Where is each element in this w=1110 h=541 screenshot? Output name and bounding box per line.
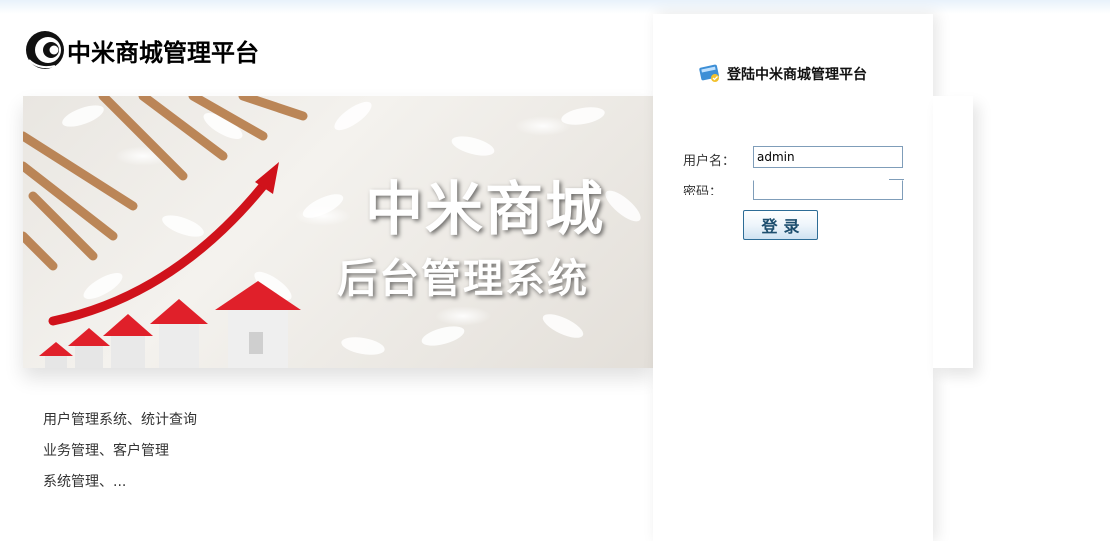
login-panel: [653, 14, 933, 541]
top-background-strip: [0, 0, 1110, 14]
feature-item: 用户管理系统、统计查询: [43, 412, 197, 428]
password-label: 密码：: [683, 185, 723, 195]
site-title: 中米商城管理平台: [67, 39, 259, 67]
feature-item: 业务管理、客户管理: [43, 443, 169, 459]
login-title: 登陆中米商城管理平台: [727, 67, 867, 83]
password-input[interactable]: [753, 180, 903, 200]
password-input-edge: [889, 179, 904, 180]
feature-item: 系统管理、...: [43, 474, 127, 490]
login-button[interactable]: 登录: [743, 210, 818, 240]
banner-title: 中米商城: [365, 175, 606, 243]
login-card-icon: [698, 62, 722, 84]
username-input[interactable]: [753, 146, 903, 168]
zhongmi-logo-icon: [25, 30, 65, 70]
login-panel-extension: [933, 96, 973, 368]
feature-list: 用户管理系统、统计查询 业务管理、客户管理 系统管理、...: [43, 405, 197, 498]
username-label: 用户名：: [683, 154, 736, 169]
banner-image: 中米商城 后台管理系统: [23, 96, 653, 368]
banner-subtitle: 后台管理系统: [337, 256, 589, 302]
